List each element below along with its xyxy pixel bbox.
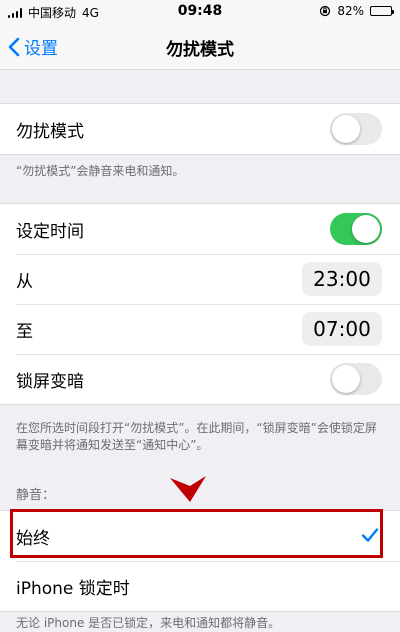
dnd-footnote: “勿扰模式”会静音来电和通知。 bbox=[16, 164, 185, 178]
status-bar: 中国移动 4G 09:48 82% bbox=[0, 0, 400, 24]
schedule-row: 设定时间 bbox=[0, 204, 400, 254]
dnd-toggle[interactable] bbox=[330, 113, 382, 145]
silence-locked-label: iPhone 锁定时 bbox=[16, 578, 130, 599]
nav-bar: 设置 勿扰模式 bbox=[0, 24, 400, 70]
silence-locked-row[interactable]: iPhone 锁定时 bbox=[0, 561, 400, 611]
silence-always-label: 始终 bbox=[16, 528, 50, 549]
schedule-toggle-knob bbox=[352, 215, 380, 243]
battery-icon bbox=[370, 6, 394, 16]
dnd-group: 勿扰模式 bbox=[0, 103, 400, 155]
from-row[interactable]: 从 23:00 bbox=[0, 254, 400, 304]
dim-lock-toggle-knob bbox=[332, 365, 360, 393]
schedule-toggle[interactable] bbox=[330, 213, 382, 245]
schedule-footnote: 在您所选时间段打开“勿扰模式”。在此期间，“锁屏变暗”会使锁定屏幕变暗并将通知发… bbox=[16, 421, 377, 452]
silence-footnote: 无论 iPhone 是否已锁定，来电和通知都将静音。 bbox=[16, 616, 281, 630]
dnd-toggle-knob bbox=[332, 115, 360, 143]
dnd-row: 勿扰模式 bbox=[0, 104, 400, 154]
checkmark-icon bbox=[361, 528, 379, 542]
to-time-picker[interactable]: 07:00 bbox=[302, 312, 382, 346]
schedule-group: 设定时间 从 23:00 至 07:00 锁屏变暗 bbox=[0, 203, 400, 405]
dim-lock-toggle[interactable] bbox=[330, 363, 382, 395]
dim-lock-row: 锁屏变暗 bbox=[0, 354, 400, 404]
silence-group: 始终 iPhone 锁定时 bbox=[0, 510, 400, 612]
from-time-picker[interactable]: 23:00 bbox=[302, 262, 382, 296]
silence-always-row[interactable]: 始终 bbox=[0, 511, 400, 561]
to-row[interactable]: 至 07:00 bbox=[0, 304, 400, 354]
battery-percent: 82% bbox=[337, 4, 364, 18]
status-right: 82% bbox=[319, 4, 394, 18]
page-title: 勿扰模式 bbox=[166, 40, 234, 60]
orientation-lock-icon bbox=[320, 5, 331, 17]
annotation-arrow-icon bbox=[170, 476, 206, 502]
